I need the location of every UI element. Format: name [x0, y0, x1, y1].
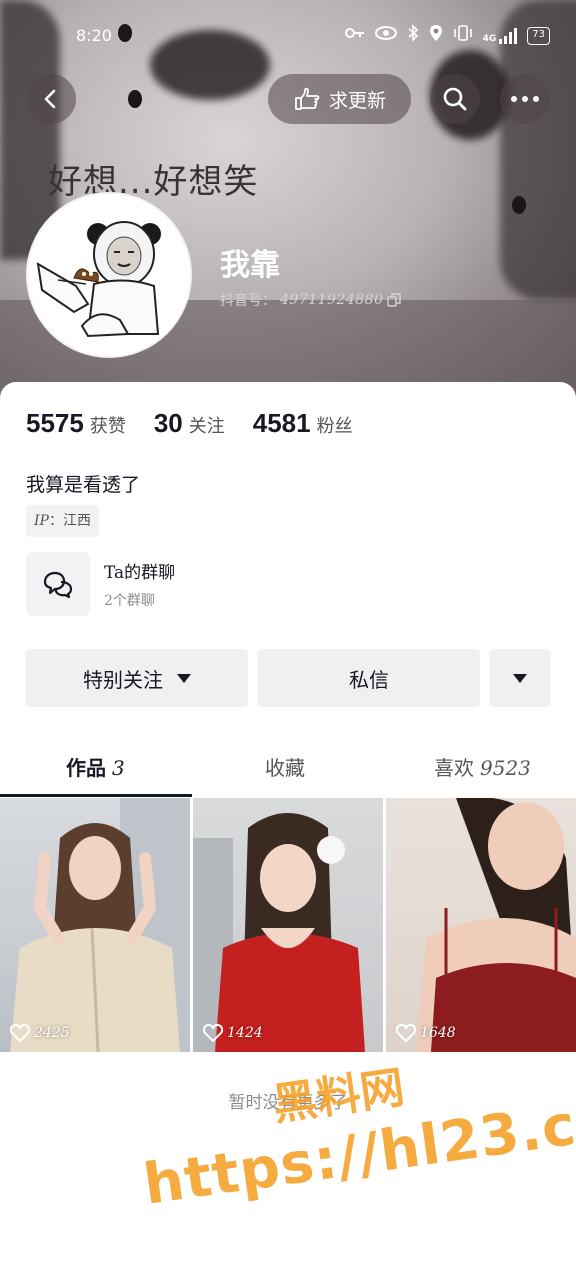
- nickname: 我靠: [220, 248, 280, 283]
- status-icons: 4G 73: [344, 24, 550, 48]
- heart-icon: [203, 1024, 223, 1042]
- video-like-count: 1648: [396, 1024, 456, 1042]
- tab-likes[interactable]: 喜欢 9523: [434, 752, 531, 781]
- profile-stats: 5575 获赞 30 关注 4581 粉丝: [26, 408, 381, 439]
- signal-icon: 4G: [483, 28, 518, 44]
- network-type-label: 4G: [482, 34, 497, 44]
- douyin-id-value: 49711924880: [280, 292, 384, 308]
- group-chat-entry[interactable]: Ta的群聊 2个群聊: [26, 552, 426, 618]
- video-like-count: 2425: [10, 1024, 70, 1042]
- video-thumbnail[interactable]: 1648: [386, 798, 576, 1052]
- stat-followers-label: 粉丝: [316, 416, 353, 437]
- status-time: 8:20: [76, 26, 112, 45]
- group-chat-icon-box: [26, 552, 90, 616]
- battery-indicator: 73: [527, 27, 550, 45]
- tab-works-label: 作品: [66, 756, 106, 780]
- vibrate-icon: [453, 24, 473, 48]
- private-message-label: 私信: [349, 667, 389, 692]
- eye-icon: [374, 26, 397, 46]
- tab-active-indicator: [0, 794, 192, 797]
- more-dots-icon: [511, 96, 539, 102]
- panda-meme-illustration: [28, 194, 190, 356]
- heart-icon: [396, 1024, 416, 1042]
- douyin-id-row[interactable]: 抖音号： 49711924880: [220, 290, 402, 310]
- ip-prefix: IP: [34, 513, 49, 529]
- stat-followers[interactable]: 4581 粉丝: [253, 408, 353, 439]
- caret-down-icon: [513, 673, 527, 683]
- stat-likes-value: 5575: [26, 408, 84, 438]
- content-tabs: 作品 3 收藏 喜欢 9523: [0, 742, 576, 797]
- back-button[interactable]: [26, 74, 76, 124]
- banner-caption: 好想...好想笑: [48, 162, 259, 202]
- video-photo: [10, 798, 190, 1052]
- tab-favorites-label: 收藏: [265, 756, 305, 780]
- top-nav-bar: 求更新: [0, 74, 576, 126]
- tab-likes-label: 喜欢: [434, 756, 474, 780]
- video-like-count: 1424: [203, 1024, 263, 1042]
- group-chat-count: 2个群聊: [104, 593, 155, 609]
- stat-followers-value: 4581: [252, 408, 311, 438]
- key-icon: [344, 26, 365, 46]
- private-message-button[interactable]: 私信: [258, 649, 480, 707]
- video-like-count-value: 1648: [420, 1025, 456, 1041]
- more-options-button[interactable]: [500, 74, 550, 124]
- bio-text: 我算是看透了: [26, 474, 141, 496]
- chevron-left-icon: [44, 89, 56, 109]
- tab-works-count: 3: [112, 756, 125, 780]
- avatar[interactable]: [26, 192, 192, 358]
- heart-icon: [10, 1024, 30, 1042]
- banner-dot: [512, 196, 526, 214]
- search-button[interactable]: [430, 74, 480, 124]
- stat-following[interactable]: 30 关注: [154, 408, 225, 439]
- video-photo: [416, 798, 576, 1052]
- action-buttons: 特别关注 私信: [26, 649, 550, 707]
- search-icon: [443, 87, 467, 111]
- request-update-button[interactable]: 求更新: [268, 74, 411, 124]
- stat-following-label: 关注: [188, 416, 225, 437]
- tab-likes-count: 9523: [480, 756, 531, 780]
- location-icon: [429, 24, 443, 48]
- special-follow-button[interactable]: 特别关注: [26, 649, 248, 707]
- video-like-count-value: 1424: [227, 1025, 263, 1041]
- recommend-dropdown-button[interactable]: [490, 649, 550, 707]
- video-like-count-value: 2425: [34, 1025, 70, 1041]
- chat-bubbles-icon: [43, 571, 73, 599]
- video-photo: [193, 813, 365, 1052]
- video-grid: 2425 1424 1648: [0, 798, 576, 1052]
- video-thumbnail[interactable]: 1424: [193, 798, 383, 1052]
- bluetooth-icon: [407, 24, 419, 48]
- copy-icon[interactable]: [387, 293, 402, 307]
- stat-following-value: 30: [153, 408, 183, 438]
- special-follow-label: 特别关注: [83, 667, 163, 692]
- caret-down-icon: [177, 673, 191, 683]
- video-thumbnail[interactable]: 2425: [0, 798, 190, 1052]
- tab-works[interactable]: 作品 3: [66, 752, 125, 781]
- pointing-hand-icon: [295, 87, 320, 110]
- stat-likes-label: 获赞: [89, 416, 126, 437]
- request-update-label: 求更新: [328, 89, 386, 112]
- tab-favorites[interactable]: 收藏: [265, 752, 305, 781]
- group-chat-title: Ta的群聊: [104, 563, 176, 583]
- ip-location-tag: IP：江西: [26, 505, 99, 537]
- status-bar: 8:20 4G 73: [0, 22, 576, 50]
- ip-location: ：江西: [48, 513, 91, 529]
- stat-likes: 5575 获赞: [26, 408, 126, 439]
- douyin-id-label: 抖音号：: [220, 293, 276, 309]
